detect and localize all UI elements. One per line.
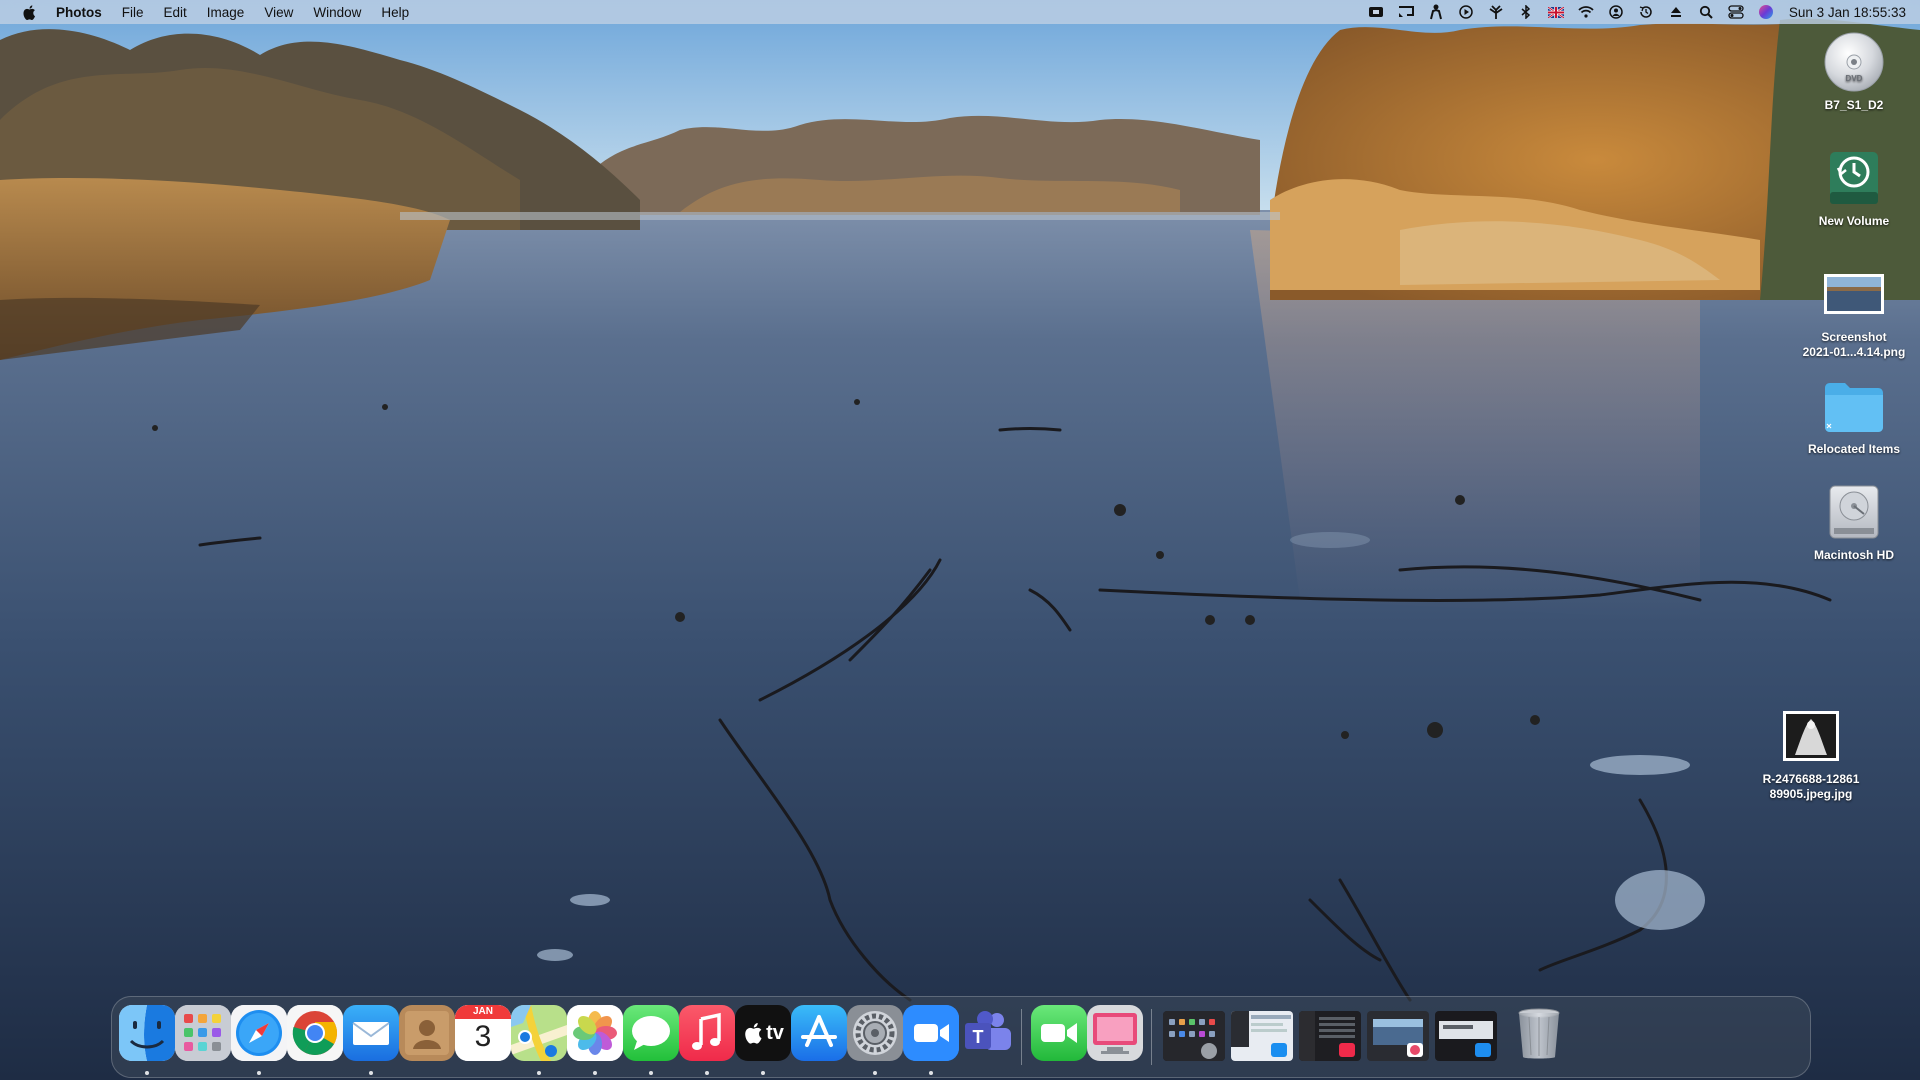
menu-edit[interactable]: Edit xyxy=(164,5,187,20)
calendar-month: JAN xyxy=(472,1006,493,1017)
running-indicator xyxy=(761,1071,765,1075)
menu-bar: Photos File Edit Image View Window Help … xyxy=(0,0,1920,24)
desktop-item-image-file[interactable]: R-2476688-12861 89905.jpeg.jpg xyxy=(1751,704,1871,802)
uk-flag-icon[interactable] xyxy=(1547,4,1565,20)
tv-label: tv xyxy=(766,1021,784,1044)
cast-icon[interactable] xyxy=(1397,4,1415,20)
trash-icon[interactable] xyxy=(1511,1005,1567,1061)
dock: JAN 3 tv T xyxy=(111,996,1811,1078)
photo-booth-icon[interactable] xyxy=(1087,1005,1143,1061)
messages-icon[interactable] xyxy=(623,1005,679,1061)
user-icon[interactable] xyxy=(1607,4,1625,20)
control-center-icon[interactable] xyxy=(1727,4,1745,20)
desktop-item-dvd[interactable]: DVD B7_S1_D2 xyxy=(1794,30,1914,113)
siri-icon[interactable] xyxy=(1757,4,1775,20)
menu-window[interactable]: Window xyxy=(313,5,361,20)
running-indicator xyxy=(537,1071,541,1075)
desktop-item-label: Macintosh HD xyxy=(1813,548,1894,562)
dock-separator xyxy=(1021,1009,1022,1065)
status-area: Sun 3 Jan 18:55:33 xyxy=(1355,0,1906,24)
desktop-item-label: Screenshot 2021-01...4.14.png xyxy=(1802,330,1906,359)
running-indicator xyxy=(593,1071,597,1075)
finder-icon[interactable] xyxy=(119,1005,175,1061)
photos-icon[interactable] xyxy=(567,1005,623,1061)
time-machine-drive-icon xyxy=(1822,146,1886,210)
launchpad-icon[interactable] xyxy=(175,1005,231,1061)
app-menu-photos[interactable]: Photos xyxy=(56,5,102,20)
desktop-item-label: B7_S1_D2 xyxy=(1824,98,1884,112)
running-indicator xyxy=(705,1071,709,1075)
time-machine-icon[interactable] xyxy=(1637,4,1655,20)
calendar-day: 3 xyxy=(474,1020,492,1053)
music-icon[interactable] xyxy=(679,1005,735,1061)
desktop-item-label: R-2476688-12861 89905.jpeg.jpg xyxy=(1762,772,1860,801)
hard-drive-icon xyxy=(1822,480,1886,544)
photos-window-thumbnail[interactable] xyxy=(1367,1011,1429,1061)
accessibility-icon[interactable] xyxy=(1427,4,1445,20)
svg-text:DVD: DVD xyxy=(1846,74,1863,83)
search-icon[interactable] xyxy=(1697,4,1715,20)
dvd-icon: DVD xyxy=(1822,30,1886,94)
system-preferences-icon[interactable] xyxy=(847,1005,903,1061)
safari-icon[interactable] xyxy=(231,1005,287,1061)
running-indicator xyxy=(145,1071,149,1075)
image-file-icon xyxy=(1779,704,1843,768)
running-indicator xyxy=(649,1071,653,1075)
running-indicator xyxy=(369,1071,373,1075)
antenna-icon[interactable] xyxy=(1487,4,1505,20)
facetime-icon[interactable] xyxy=(1031,1005,1087,1061)
tv-icon[interactable]: tv xyxy=(735,1005,791,1061)
running-indicator xyxy=(257,1071,261,1075)
apple-menu-icon[interactable] xyxy=(20,3,38,21)
desktop-item-new-volume[interactable]: New Volume xyxy=(1794,146,1914,229)
folder-icon xyxy=(1822,374,1886,438)
desktop-wallpaper xyxy=(0,0,1920,1080)
dock-separator xyxy=(1151,1009,1152,1065)
calendar-icon[interactable]: JAN 3 xyxy=(455,1005,511,1061)
frozen-lake-photo xyxy=(0,0,1920,1080)
desktop-item-label: Relocated Items xyxy=(1807,442,1901,456)
menu-view[interactable]: View xyxy=(264,5,293,20)
svg-text:T: T xyxy=(973,1027,984,1047)
safari-window-thumbnail[interactable] xyxy=(1435,1011,1497,1061)
music-window-thumbnail[interactable] xyxy=(1299,1011,1361,1061)
app-store-icon[interactable] xyxy=(791,1005,847,1061)
contacts-icon[interactable] xyxy=(399,1005,455,1061)
system-preferences-window-thumbnail[interactable] xyxy=(1163,1011,1225,1061)
bluetooth-icon[interactable] xyxy=(1517,4,1535,20)
screenshot-thumbnail-icon xyxy=(1822,262,1886,326)
desktop-item-screenshot[interactable]: Screenshot 2021-01...4.14.png xyxy=(1794,262,1914,360)
mail-icon[interactable] xyxy=(343,1005,399,1061)
running-indicator xyxy=(929,1071,933,1075)
play-icon[interactable] xyxy=(1457,4,1475,20)
teams-icon[interactable]: T xyxy=(959,1005,1015,1061)
mail-window-thumbnail[interactable] xyxy=(1231,1011,1293,1061)
menu-help[interactable]: Help xyxy=(381,5,409,20)
running-indicator xyxy=(873,1071,877,1075)
menu-image[interactable]: Image xyxy=(207,5,245,20)
desktop-item-relocated-items[interactable]: Relocated Items xyxy=(1794,374,1914,457)
chrome-icon[interactable] xyxy=(287,1005,343,1061)
wifi-icon[interactable] xyxy=(1577,4,1595,20)
eject-icon[interactable] xyxy=(1667,4,1685,20)
desktop-item-macintosh-hd[interactable]: Macintosh HD xyxy=(1794,480,1914,563)
maps-icon[interactable] xyxy=(511,1005,567,1061)
menubar-clock[interactable]: Sun 3 Jan 18:55:33 xyxy=(1789,5,1906,20)
menu-file[interactable]: File xyxy=(122,5,144,20)
zoom-icon[interactable] xyxy=(903,1005,959,1061)
video-icon[interactable] xyxy=(1367,4,1385,20)
desktop-item-label: New Volume xyxy=(1818,214,1890,228)
